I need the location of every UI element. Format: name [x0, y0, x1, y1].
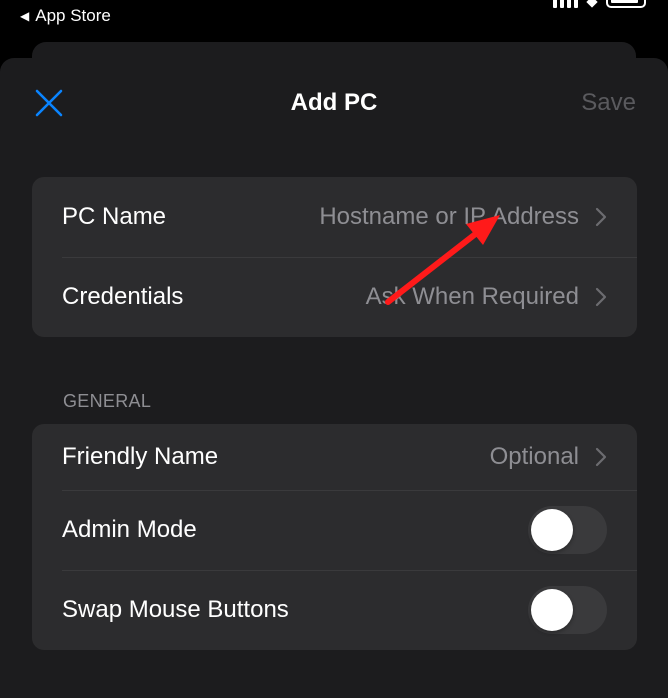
admin-mode-row: Admin Mode: [32, 490, 637, 570]
chevron-right-icon: [595, 207, 607, 227]
cellular-signal-icon: [553, 0, 578, 8]
page-title: Add PC: [290, 89, 378, 116]
friendly-name-label: Friendly Name: [62, 443, 219, 470]
general-section-header: GENERAL: [63, 391, 152, 411]
credentials-value: Ask When Required: [365, 283, 579, 310]
friendly-name-row[interactable]: Friendly Name Optional: [32, 424, 637, 490]
back-app-label: App Store: [35, 6, 111, 25]
swap-mouse-buttons-row: Swap Mouse Buttons: [32, 570, 637, 650]
toggle-knob: [531, 589, 573, 631]
back-triangle-icon: ◀: [20, 9, 30, 23]
swap-mouse-buttons-toggle[interactable]: [528, 586, 607, 634]
save-button[interactable]: Save: [581, 89, 636, 117]
credentials-label: Credentials: [62, 283, 184, 310]
toggle-knob: [531, 509, 573, 551]
chevron-right-icon: [595, 447, 607, 467]
back-to-app-store[interactable]: ◀ App Store: [20, 6, 111, 26]
pc-name-row[interactable]: PC Name Hostname or IP Address: [32, 177, 637, 257]
pc-name-value: Hostname or IP Address: [319, 203, 579, 230]
general-settings-group: Friendly Name Optional Admin Mode Swap M…: [32, 424, 637, 650]
wifi-icon: [586, 0, 598, 8]
admin-mode-label: Admin Mode: [62, 516, 197, 543]
status-bar: ◀ App Store: [0, 0, 668, 34]
navigation-bar: Add PC Save: [0, 58, 668, 146]
friendly-name-value: Optional: [489, 443, 579, 470]
connection-settings-group: PC Name Hostname or IP Address Credentia…: [32, 177, 637, 337]
credentials-row[interactable]: Credentials Ask When Required: [32, 257, 637, 337]
status-icons: [553, 0, 646, 8]
swap-mouse-buttons-label: Swap Mouse Buttons: [62, 596, 289, 623]
pc-name-label: PC Name: [62, 203, 167, 230]
battery-icon: [606, 0, 646, 8]
chevron-right-icon: [595, 287, 607, 307]
admin-mode-toggle[interactable]: [528, 506, 607, 554]
